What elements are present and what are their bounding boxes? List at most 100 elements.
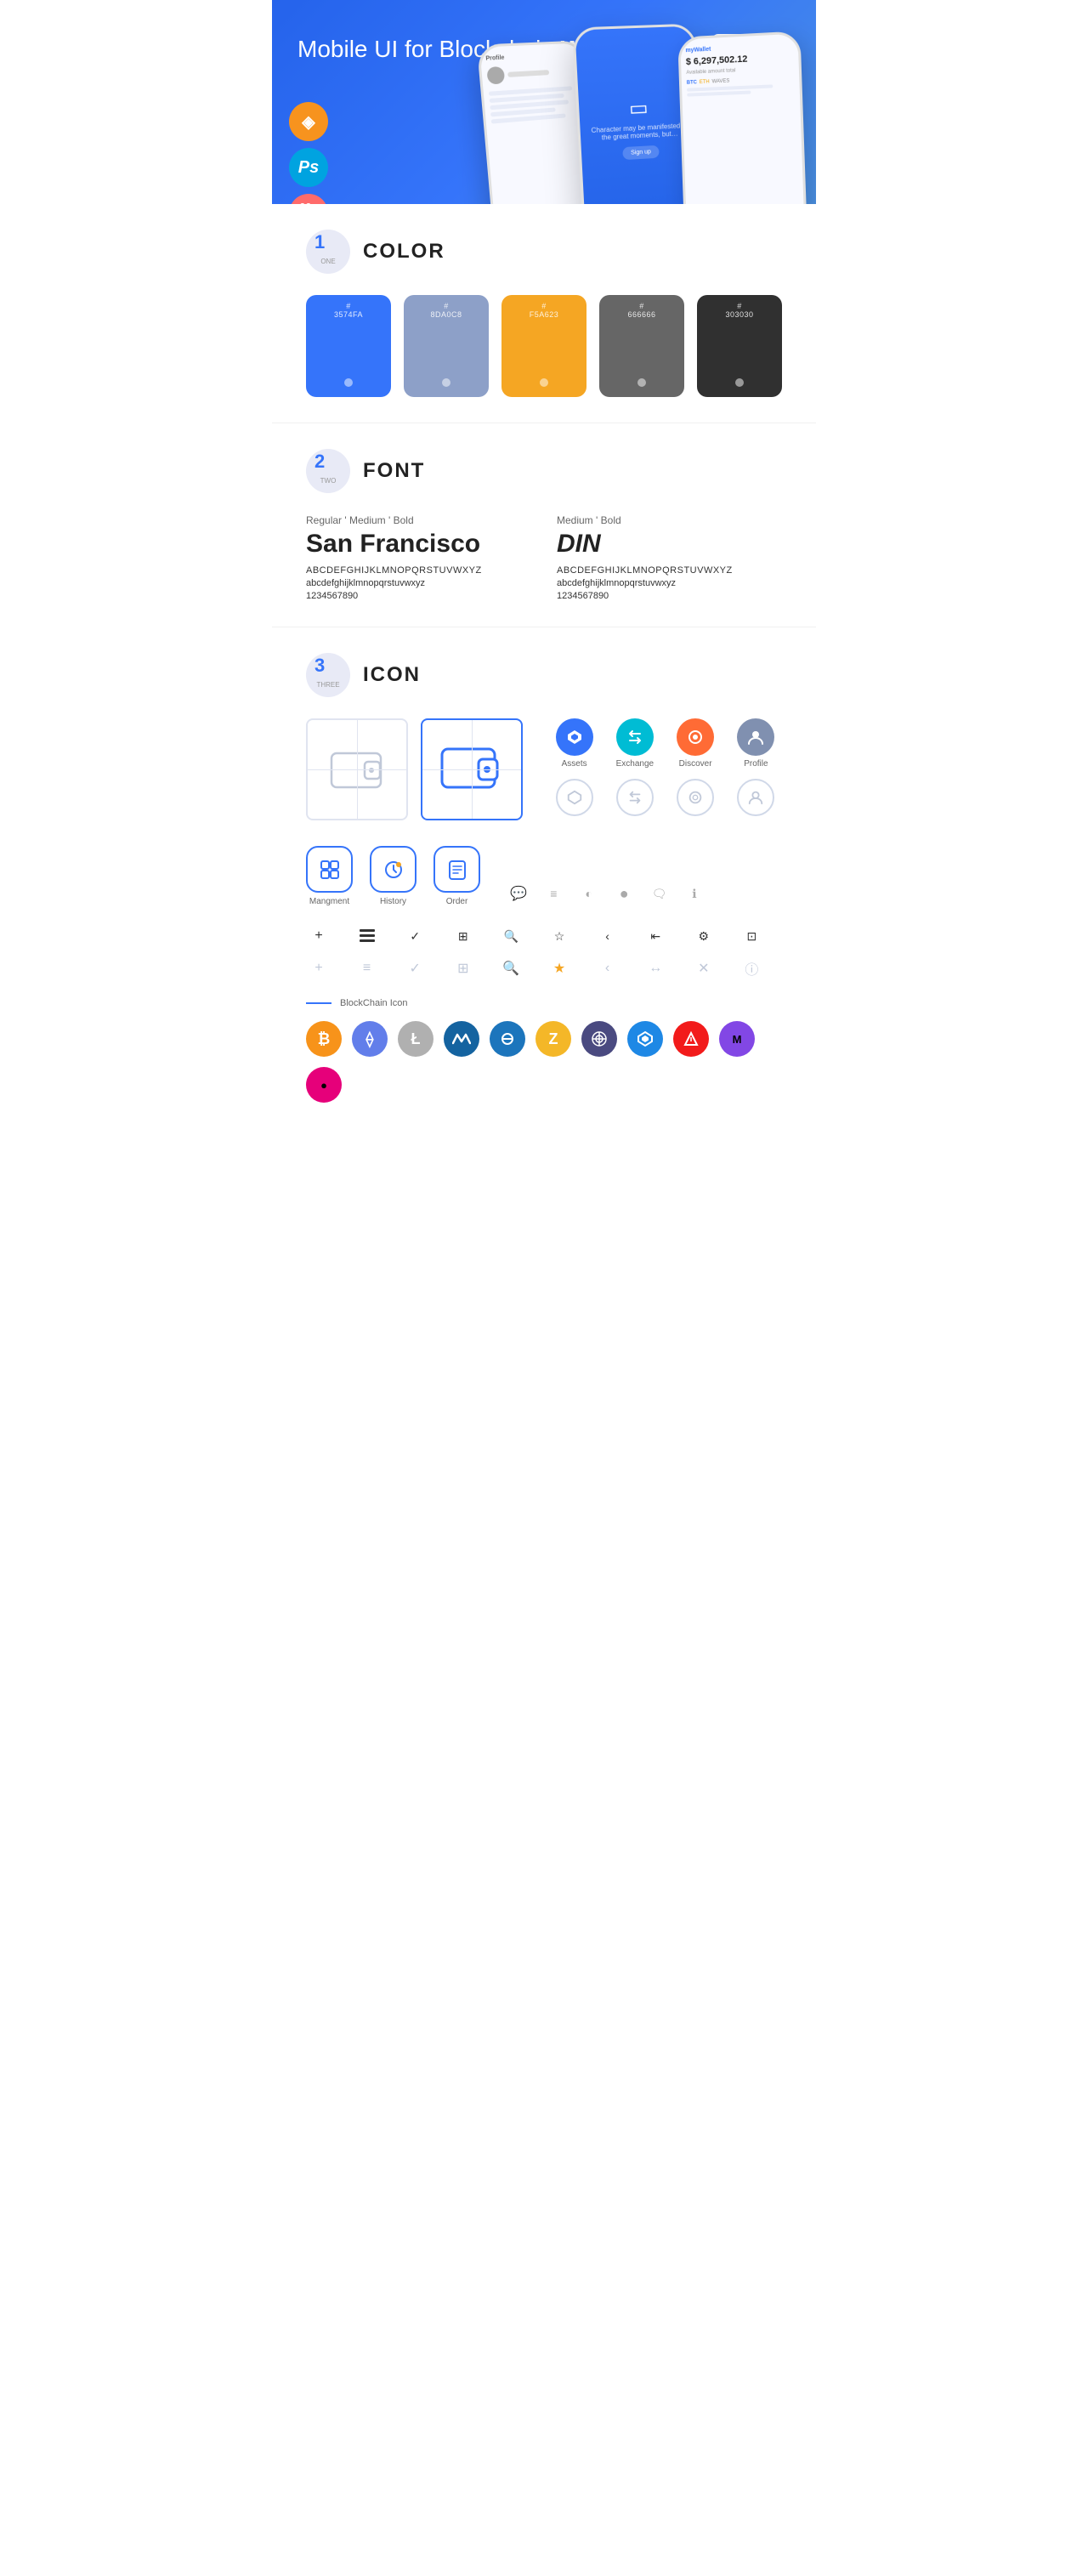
font-grid: Regular ' Medium ' Bold San Francisco AB… xyxy=(306,514,782,601)
crypto-icons-row: ₿ ⟠ Ł Z M ● xyxy=(306,1021,782,1103)
small-icons-row1: + ✓ ⊞ 🔍 ☆ ‹ ⇤ ⚙ ⊡ xyxy=(306,923,782,949)
dash-icon xyxy=(490,1021,525,1057)
back-icon: ‹ xyxy=(595,923,620,949)
icon-assets: Assets xyxy=(548,718,600,769)
color-dot-5 xyxy=(735,378,744,387)
font-section: 2 TWO FONT Regular ' Medium ' Bold San F… xyxy=(272,423,816,627)
font1-name: San Francisco xyxy=(306,530,531,559)
phone-balance: $ 6,297,502.12 xyxy=(686,52,794,67)
font2-lower: abcdefghijklmnopqrstuvwxyz xyxy=(557,578,782,588)
icon-section: 3 THREE ICON xyxy=(272,627,816,1128)
check-icon: ✓ xyxy=(402,923,428,949)
app-icons-row: Mangment History Order 💬 ≡ ◐ ● 🗨 ℹ xyxy=(306,846,782,906)
font1-upper: ABCDEFGHIJKLMNOPQRSTUVWXYZ xyxy=(306,565,531,576)
eth-icon: ⟠ xyxy=(352,1021,388,1057)
section-number-1: 1 ONE xyxy=(306,230,350,274)
plus-icon-gray: + xyxy=(306,956,332,981)
font1-lower: abcdefghijklmnopqrstuvwxyz xyxy=(306,578,531,588)
icon-exchange: Exchange xyxy=(609,718,660,769)
qr-icon-gray: ⊞ xyxy=(450,956,476,981)
zcash-icon: Z xyxy=(536,1021,571,1057)
font2-name: DIN xyxy=(557,530,782,559)
ltc-icon: Ł xyxy=(398,1021,434,1057)
font-2: Medium ' Bold DIN ABCDEFGHIJKLMNOPQRSTUV… xyxy=(557,514,782,601)
small-icons-row2: + ≡ ✓ ⊞ 🔍 ★ ‹ ↔ ✕ ⓘ xyxy=(306,956,782,981)
phone-balance-sub: Available amount total xyxy=(686,65,794,76)
blockchain-label: BlockChain Icon xyxy=(340,998,408,1008)
history-icon-item: History xyxy=(370,846,416,906)
blockchain-line xyxy=(306,1002,332,1004)
exchange-label: Exchange xyxy=(616,759,654,769)
color-swatch-2: #8DA0C8 xyxy=(404,295,489,397)
assets-label: Assets xyxy=(562,759,587,769)
color-dot-2 xyxy=(442,378,450,387)
share-icon: ⇤ xyxy=(643,923,668,949)
export-icon: ⊡ xyxy=(739,923,764,949)
phone-mockups: Profile ▭ Character may be manifested in… xyxy=(476,17,816,204)
grid-icon xyxy=(581,1021,617,1057)
color-swatch-3: #F5A623 xyxy=(502,295,586,397)
matic-icon: M xyxy=(719,1021,755,1057)
settings-icon: ⚙ xyxy=(691,923,717,949)
moon-icon: ◐ xyxy=(576,881,602,906)
color-section-header: 1 ONE COLOR xyxy=(306,230,782,274)
dot-icon: ● xyxy=(306,1067,342,1103)
search-icon-gray: 🔍 xyxy=(498,956,524,981)
wallet-icon: ▭ xyxy=(628,96,649,122)
icon-construction-outline xyxy=(306,718,408,820)
color-dot-1 xyxy=(344,378,353,387)
assets-outline-icon xyxy=(556,779,593,816)
font-1: Regular ' Medium ' Bold San Francisco AB… xyxy=(306,514,531,601)
font2-upper: ABCDEFGHIJKLMNOPQRSTUVWXYZ xyxy=(557,565,782,576)
icon-assets-outline xyxy=(548,779,600,816)
icon-exchange-outline xyxy=(609,779,660,816)
sketch-badge: ◈ xyxy=(289,102,328,141)
search-icon: 🔍 xyxy=(498,923,524,949)
phone-left-label: Profile xyxy=(485,52,578,62)
hero-section: UI Kit Mobile UI for Blockchain Wallet ◈… xyxy=(272,0,816,204)
refresh-icon-gray: ↔ xyxy=(643,956,668,981)
exchange-outline-icon xyxy=(616,779,654,816)
icon-title: ICON xyxy=(363,663,421,687)
icon-construction-filled xyxy=(421,718,523,820)
order-icon-item: Order xyxy=(434,846,480,906)
info-icon-gray: ⓘ xyxy=(739,956,764,981)
management-icon xyxy=(306,846,353,893)
font-title: FONT xyxy=(363,459,425,483)
discover-icon xyxy=(677,718,714,756)
section-number-3: 3 THREE xyxy=(306,653,350,697)
stack-icon: ≡ xyxy=(541,881,566,906)
x-icon-gray: ✕ xyxy=(691,956,717,981)
signup-btn: Sign up xyxy=(622,145,660,160)
history-label: History xyxy=(380,897,406,906)
strat-icon xyxy=(627,1021,663,1057)
profile-label: Profile xyxy=(744,759,768,769)
phone-right: myWallet $ 6,297,502.12 Available amount… xyxy=(677,31,807,204)
qr-icon: ⊞ xyxy=(450,923,476,949)
star-icon: ☆ xyxy=(547,923,572,949)
ark-icon xyxy=(673,1021,709,1057)
color-dot-4 xyxy=(638,378,646,387)
star-icon-yellow: ★ xyxy=(547,956,572,981)
circle-icon: ● xyxy=(611,881,637,906)
btc-icon: ₿ xyxy=(306,1021,342,1057)
icon-section-header: 3 THREE ICON xyxy=(306,653,782,697)
icon-discover-outline xyxy=(670,779,722,816)
hero-badges: ◈ Ps 60+ Screens xyxy=(289,102,328,204)
exchange-icon xyxy=(616,718,654,756)
history-icon xyxy=(370,846,416,893)
color-swatch-5: #303030 xyxy=(697,295,782,397)
icon-profile-outline xyxy=(730,779,782,816)
color-swatch-4: #666666 xyxy=(599,295,684,397)
screens-badge: 60+ Screens xyxy=(289,194,328,204)
list-icon-gray: ≡ xyxy=(354,956,380,981)
info-icon: ℹ xyxy=(682,881,707,906)
management-label: Mangment xyxy=(309,897,349,906)
color-swatches: #3574FA #8DA0C8 #F5A623 #666666 #303030 xyxy=(306,295,782,397)
assets-icon xyxy=(556,718,593,756)
font1-label: Regular ' Medium ' Bold xyxy=(306,514,531,526)
font2-label: Medium ' Bold xyxy=(557,514,782,526)
message-icon: 🗨 xyxy=(647,881,672,906)
discover-label: Discover xyxy=(679,759,712,769)
order-label: Order xyxy=(446,897,468,906)
